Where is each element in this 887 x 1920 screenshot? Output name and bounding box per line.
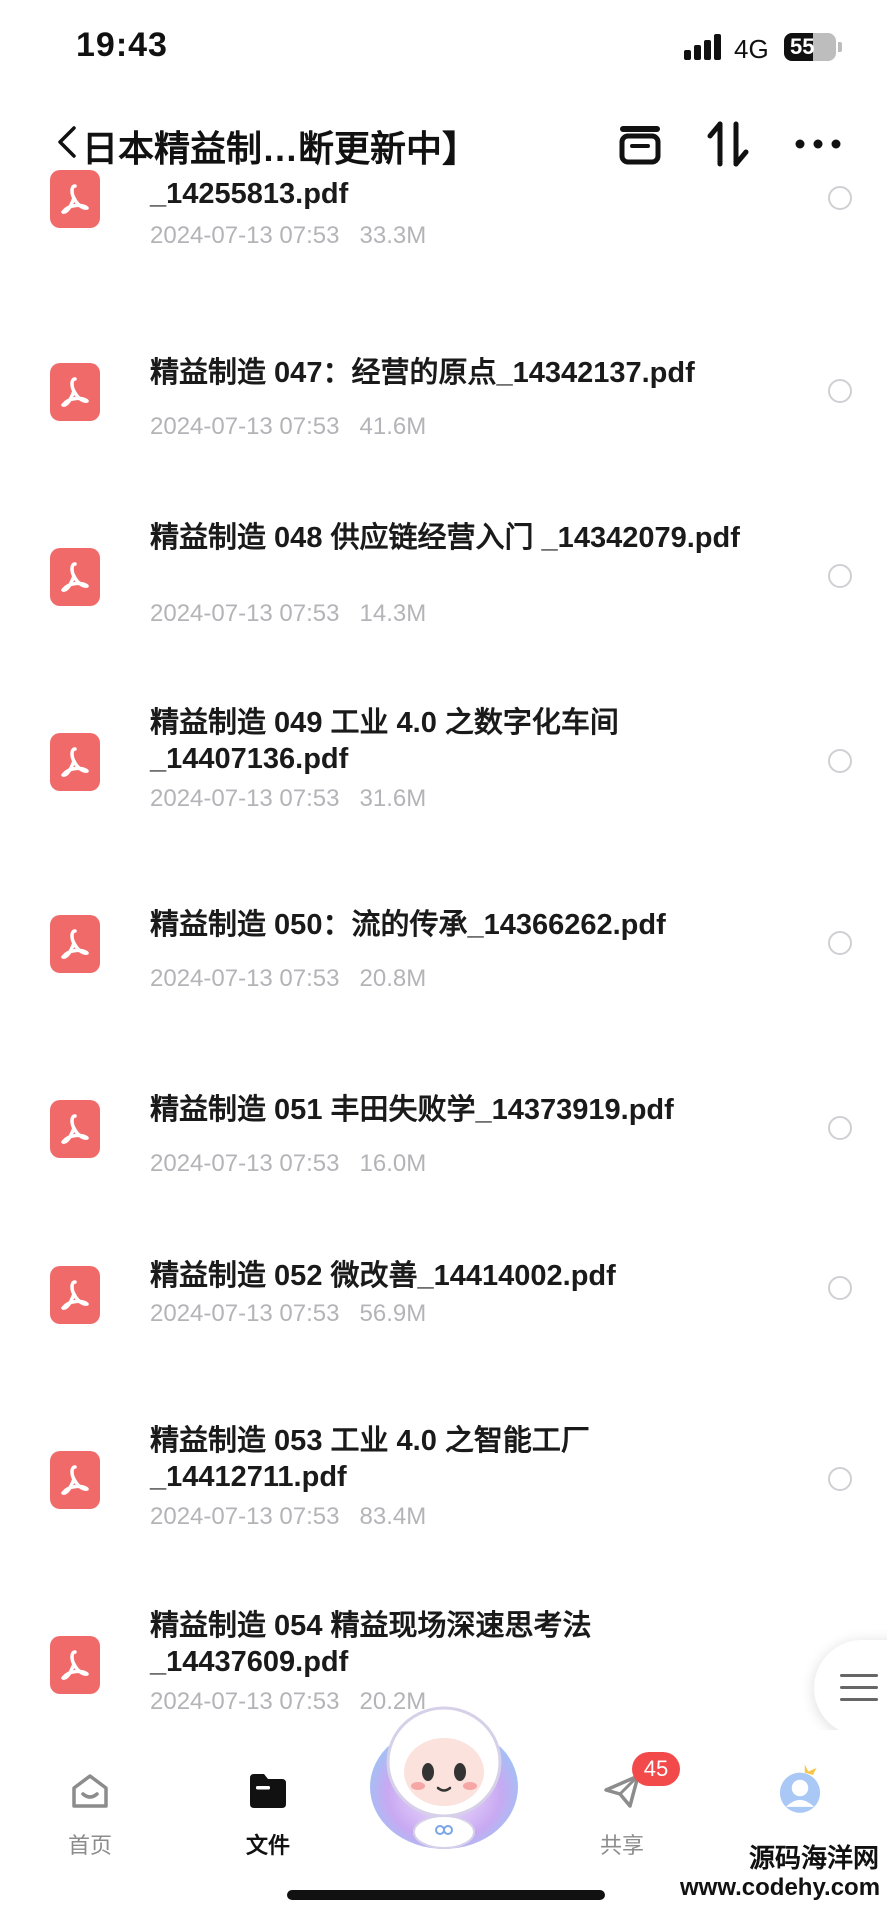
file-name: 精益制造 051 丰田失败学_14373919.pdf [150,1094,674,1126]
file-meta: 2024-07-13 07:53 16.0M [150,1150,426,1178]
file-size: 41.6M [359,413,427,440]
avatar-icon [779,1764,821,1813]
watermark-site-name: 源码海洋网 [748,1843,879,1873]
file-meta: 2024-07-13 07:53 14.3M [150,600,426,628]
file-row[interactable]: _14255813.pdf 2024-07-13 07:53 33.3M [0,170,887,355]
file-size: 83.4M [359,1503,427,1530]
select-checkbox[interactable] [828,1276,852,1300]
file-meta: 2024-07-13 07:53 33.3M [150,222,426,250]
battery-cap [838,42,842,52]
battery-level: 55 [790,34,815,59]
pdf-file-icon [50,363,100,421]
file-row[interactable]: 精益制造 047：经营的原点_14342137.pdf 2024-07-13 0… [0,355,887,540]
container-icon[interactable] [612,116,668,172]
network-type: 4G [734,34,769,64]
file-row[interactable]: 精益制造 048 供应链经营入门 _14342079.pdf 2024-07-1… [0,520,887,705]
file-date: 2024-07-13 07:53 [150,600,340,627]
file-name: 精益制造 052 微改善_14414002.pdf [150,1260,616,1292]
file-name: _14255813.pdf [150,178,349,210]
file-date: 2024-07-13 07:53 [150,413,340,440]
folder-title: 日本精益制…断更新中】 [82,128,479,169]
file-name: 精益制造 048 供应链经营入门 _14342079.pdf [150,522,740,554]
pdf-file-icon [50,1266,100,1324]
select-checkbox[interactable] [828,1467,852,1491]
assistant-mascot-icon[interactable] [364,1692,524,1852]
select-checkbox[interactable] [828,931,852,955]
select-checkbox[interactable] [828,749,852,773]
file-row[interactable]: 精益制造 050：流的传承_14366262.pdf 2024-07-13 07… [0,907,887,1092]
file-name: 精益制造 047：经营的原点_14342137.pdf [150,357,695,389]
file-size: 16.0M [359,1150,427,1177]
select-checkbox[interactable] [828,186,852,210]
pdf-file-icon [50,1636,100,1694]
file-size: 33.3M [359,222,427,249]
select-checkbox[interactable] [828,1116,852,1140]
file-row[interactable]: 精益制造 053 工业 4.0 之智能工厂 _14412711.pdf 2024… [0,1423,887,1608]
battery-icon: 55 [784,33,836,61]
tab-home[interactable]: 首页 [30,1760,150,1860]
back-icon[interactable] [52,122,82,162]
tab-share[interactable]: 45 共享 [562,1752,682,1860]
file-date: 2024-07-13 07:53 [150,1150,340,1177]
sort-icon[interactable] [700,116,756,172]
file-size: 14.3M [359,600,427,627]
file-meta: 2024-07-13 07:53 83.4M [150,1503,426,1531]
file-size: 20.8M [359,965,427,992]
file-date: 2024-07-13 07:53 [150,785,340,812]
pdf-file-icon [50,1100,100,1158]
tab-share-label: 共享 [599,1833,644,1858]
status-bar: 19:43 4G 55 [0,0,887,100]
pdf-file-icon [50,548,100,606]
tab-files[interactable]: 文件 [208,1760,328,1860]
signal-icon [684,34,724,60]
file-row[interactable]: 精益制造 051 丰田失败学_14373919.pdf 2024-07-13 0… [0,1092,887,1277]
file-meta: 2024-07-13 07:53 31.6M [150,785,426,813]
pdf-file-icon [50,170,100,228]
file-size: 56.9M [359,1300,427,1327]
file-meta: 2024-07-13 07:53 41.6M [150,413,426,441]
tab-files-label: 文件 [245,1833,290,1858]
share-count-badge: 45 [632,1752,680,1786]
file-date: 2024-07-13 07:53 [150,1688,340,1715]
file-meta: 2024-07-13 07:53 56.9M [150,1300,426,1328]
folder-icon [250,1774,286,1808]
file-name: 精益制造 053 工业 4.0 之智能工厂 _14412711.pdf [150,1425,590,1493]
file-size: 31.6M [359,785,427,812]
pdf-file-icon [50,1451,100,1509]
file-row[interactable]: 精益制造 052 微改善_14414002.pdf 2024-07-13 07:… [0,1258,887,1443]
file-date: 2024-07-13 07:53 [150,222,340,249]
file-meta: 2024-07-13 07:53 20.8M [150,965,426,993]
watermark: 源码海洋网 www.codehy.com [680,1842,887,1902]
home-icon [72,1774,108,1808]
more-icon[interactable] [790,116,846,172]
status-time: 19:43 [76,26,168,64]
pdf-file-icon [50,733,100,791]
file-name: 精益制造 050：流的传承_14366262.pdf [150,909,666,941]
file-date: 2024-07-13 07:53 [150,1300,340,1327]
home-indicator [287,1890,605,1900]
pdf-file-icon [50,915,100,973]
file-row[interactable]: 精益制造 049 工业 4.0 之数字化车间 _14407136.pdf 202… [0,705,887,890]
file-name: 精益制造 049 工业 4.0 之数字化车间 _14407136.pdf [150,707,619,775]
select-checkbox[interactable] [828,564,852,588]
file-name: 精益制造 054 精益现场深速思考法 _14437609.pdf [150,1610,592,1678]
watermark-url: www.codehy.com [680,1874,881,1901]
tab-home-label: 首页 [67,1833,112,1858]
select-checkbox[interactable] [828,379,852,403]
file-date: 2024-07-13 07:53 [150,1503,340,1530]
file-date: 2024-07-13 07:53 [150,965,340,992]
